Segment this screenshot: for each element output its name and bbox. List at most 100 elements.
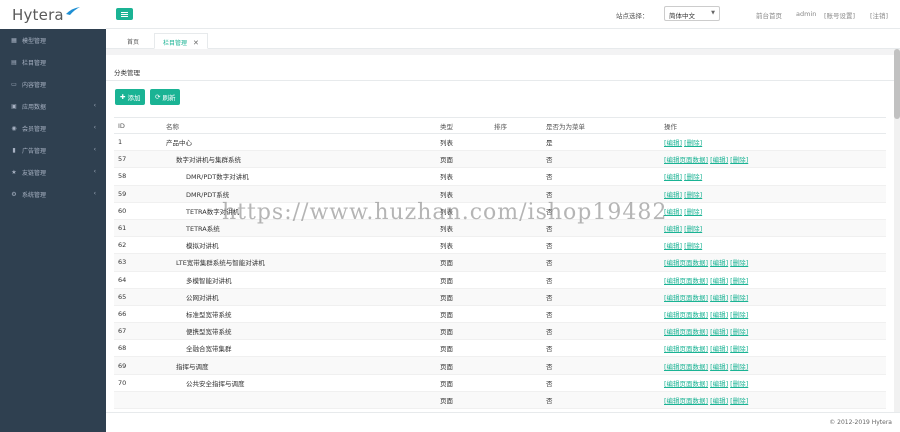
sidebar-item-label: 内容管理	[22, 81, 47, 89]
cell-operations: [编辑] [删除]	[660, 236, 886, 255]
delete-link[interactable]: [删除]	[730, 380, 748, 388]
logo-swoosh-icon	[65, 6, 80, 15]
cell-name: DMR/PDT数字对讲机	[162, 167, 436, 186]
delete-link[interactable]: [删除]	[730, 345, 748, 353]
delete-link[interactable]: [删除]	[730, 259, 748, 267]
scrollbar[interactable]	[894, 49, 900, 412]
delete-link[interactable]: [删除]	[730, 277, 748, 285]
edit-link[interactable]: [编辑]	[710, 363, 728, 371]
sidebar-item[interactable]: ▮ 广告管理 ‹	[0, 139, 106, 161]
cell-name: 数字对讲机与集群系统	[162, 150, 436, 169]
cell-operations: [编辑页面数据] [编辑] [删除]	[660, 305, 886, 324]
sidebar-item-label: 广告管理	[22, 147, 47, 155]
edit-page-data-link[interactable]: [编辑页面数据]	[664, 294, 708, 302]
edit-link[interactable]: [编辑]	[710, 311, 728, 319]
edit-link[interactable]: [编辑]	[710, 397, 728, 405]
delete-link[interactable]: [删除]	[730, 397, 748, 405]
username-link[interactable]: admin	[796, 10, 816, 18]
cell-is-menu: 否	[542, 339, 660, 358]
sidebar-item[interactable]: ★ 友链管理 ‹	[0, 161, 106, 183]
edit-link[interactable]: [编辑]	[664, 225, 682, 233]
logout-link[interactable]: [注销]	[870, 10, 888, 20]
cell-type: 列表	[436, 185, 490, 203]
cell-name: 模拟对讲机	[162, 236, 436, 255]
sidebar-item[interactable]: ◉ 会员管理 ‹	[0, 117, 106, 139]
edit-link[interactable]: [编辑]	[664, 208, 682, 216]
cell-type: 列表	[436, 202, 490, 220]
delete-link[interactable]: [删除]	[684, 242, 702, 250]
add-button[interactable]: ✚ 添加	[115, 89, 146, 105]
account-settings-link[interactable]: [账号设置]	[824, 10, 855, 20]
edit-link[interactable]: [编辑]	[664, 173, 682, 181]
add-button-label: 添加	[127, 94, 141, 102]
sidebar-item[interactable]: ⚙ 系统管理 ‹	[0, 183, 106, 205]
edit-link[interactable]: [编辑]	[710, 294, 728, 302]
column-header: 名称	[162, 117, 436, 134]
divider	[106, 80, 894, 81]
sidebar-item-label: 应用数据	[22, 103, 47, 111]
cell-operations: [编辑] [删除]	[660, 185, 886, 203]
sidebar-item[interactable]: ▤ 栏目管理	[0, 51, 106, 73]
delete-link[interactable]: [删除]	[684, 208, 702, 216]
edit-page-data-link[interactable]: [编辑页面数据]	[664, 380, 708, 388]
tab-home[interactable]: 首页	[119, 33, 147, 49]
cell-id: 66	[114, 305, 162, 324]
column-header: 操作	[660, 117, 886, 134]
frontend-home-link[interactable]: 前台首页	[756, 10, 782, 20]
refresh-button[interactable]: ⟳ 刷新	[150, 89, 181, 105]
cell-operations: [编辑页面数据] [编辑] [删除]	[660, 288, 886, 306]
tab-column-management[interactable]: 栏目管理 ✕	[154, 33, 208, 49]
cell-operations: [编辑] [删除]	[660, 202, 886, 220]
cell-sort	[490, 133, 542, 152]
table-row: 68 全融合宽带集群 页面否 [编辑页面数据] [编辑] [删除]	[114, 339, 886, 358]
table-row: 69 指挥与调度 页面否 [编辑页面数据] [编辑] [删除]	[114, 356, 886, 375]
cell-id: 70	[114, 374, 162, 392]
edit-link[interactable]: [编辑]	[710, 277, 728, 285]
delete-link[interactable]: [删除]	[684, 191, 702, 199]
close-icon[interactable]: ✕	[193, 39, 199, 47]
cell-operations: [编辑页面数据] [编辑] [删除]	[660, 253, 886, 272]
edit-link[interactable]: [编辑]	[664, 242, 682, 250]
delete-link[interactable]: [删除]	[730, 363, 748, 371]
edit-page-data-link[interactable]: [编辑页面数据]	[664, 156, 708, 164]
cell-name: TETRA系统	[162, 219, 436, 238]
edit-link[interactable]: [编辑]	[710, 156, 728, 164]
edit-page-data-link[interactable]: [编辑页面数据]	[664, 259, 708, 267]
chevron-left-icon: ‹	[93, 168, 96, 175]
cell-name: 全融合宽带集群	[162, 339, 436, 358]
edit-link[interactable]: [编辑]	[710, 259, 728, 267]
edit-page-data-link[interactable]: [编辑页面数据]	[664, 363, 708, 371]
menu-toggle-button[interactable]	[116, 8, 133, 20]
edit-page-data-link[interactable]: [编辑页面数据]	[664, 397, 708, 405]
edit-page-data-link[interactable]: [编辑页面数据]	[664, 345, 708, 353]
delete-link[interactable]: [删除]	[730, 328, 748, 336]
cell-id: 64	[114, 271, 162, 289]
user-icon: ◉	[11, 124, 17, 132]
delete-link[interactable]: [删除]	[684, 139, 702, 147]
delete-link[interactable]: [删除]	[684, 225, 702, 233]
delete-link[interactable]: [删除]	[684, 173, 702, 181]
edit-link[interactable]: [编辑]	[664, 139, 682, 147]
scrollbar-thumb[interactable]	[894, 49, 900, 119]
delete-link[interactable]: [删除]	[730, 294, 748, 302]
hamburger-icon	[121, 11, 128, 13]
logo[interactable]: Hytera	[0, 0, 106, 29]
sidebar-item[interactable]: ▭ 内容管理	[0, 73, 106, 95]
sidebar: Hytera ▦ 模型管理 ▤ 栏目管理 ▭ 内容管理 ▣ 应用数据 ‹ ◉ 会员管理 ‹ ▮ 广告管理 ‹…	[0, 0, 106, 432]
edit-page-data-link[interactable]: [编辑页面数据]	[664, 277, 708, 285]
sidebar-item[interactable]: ▦ 模型管理	[0, 29, 106, 51]
sidebar-item[interactable]: ▣ 应用数据 ‹	[0, 95, 106, 117]
cell-name: LTE宽带集群系统与智能对讲机	[162, 253, 436, 272]
cell-type: 页面	[436, 305, 490, 324]
edit-link[interactable]: [编辑]	[710, 380, 728, 388]
site-select[interactable]: 简体中文 ▼	[664, 6, 720, 21]
edit-link[interactable]: [编辑]	[710, 345, 728, 353]
edit-link[interactable]: [编辑]	[664, 191, 682, 199]
edit-page-data-link[interactable]: [编辑页面数据]	[664, 328, 708, 336]
delete-link[interactable]: [删除]	[730, 311, 748, 319]
chevron-left-icon: ‹	[93, 190, 96, 197]
edit-link[interactable]: [编辑]	[710, 328, 728, 336]
cell-sort	[490, 356, 542, 375]
edit-page-data-link[interactable]: [编辑页面数据]	[664, 311, 708, 319]
delete-link[interactable]: [删除]	[730, 156, 748, 164]
